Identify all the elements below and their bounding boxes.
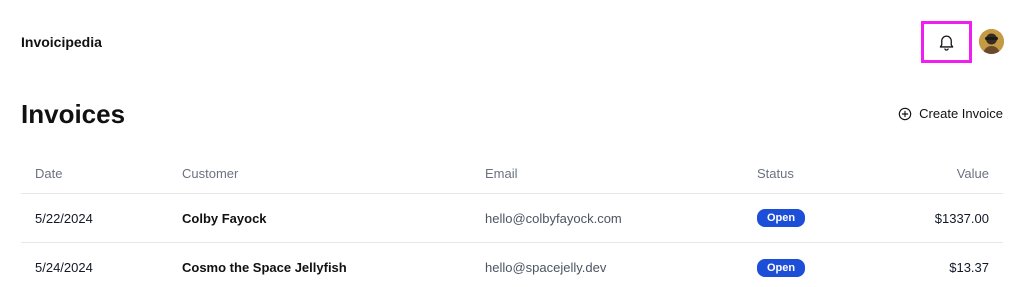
- invoice-date: 5/24/2024: [35, 260, 93, 275]
- invoice-customer: Colby Fayock: [182, 210, 267, 226]
- app-brand[interactable]: Invoicipedia: [21, 34, 102, 50]
- invoice-email: hello@colbyfayock.com: [485, 210, 622, 226]
- table-header-row: Date Customer Email Status Value: [21, 153, 1003, 194]
- invoice-value: $1337.00: [934, 210, 989, 226]
- notifications-button[interactable]: [921, 21, 972, 63]
- invoice-customer: Cosmo the Space Jellyfish: [182, 260, 347, 275]
- avatar-image: [979, 29, 1004, 54]
- table-row[interactable]: 5/24/2024 Cosmo the Space Jellyfish hell…: [21, 243, 1003, 287]
- bell-icon: [939, 35, 954, 51]
- invoice-status-cell: Open: [743, 258, 873, 277]
- column-header-status: Status: [757, 165, 794, 181]
- invoice-status-cell: Open: [743, 209, 873, 227]
- create-invoice-label: Create Invoice: [919, 106, 1003, 121]
- status-badge: Open: [757, 258, 806, 277]
- column-header-date: Date: [35, 165, 63, 181]
- status-badge: Open: [757, 209, 806, 227]
- column-header-customer: Customer: [182, 165, 239, 181]
- invoice-email: hello@spacejelly.dev: [485, 260, 607, 275]
- invoices-table: Date Customer Email Status Value 5/22/20…: [21, 153, 1003, 287]
- create-invoice-button[interactable]: Create Invoice: [898, 106, 1003, 121]
- table-row[interactable]: 5/22/2024 Colby Fayock hello@colbyfayock…: [21, 194, 1003, 243]
- user-avatar[interactable]: [979, 29, 1004, 54]
- column-header-value: Value: [956, 165, 989, 181]
- column-header-email: Email: [485, 165, 518, 181]
- plus-circle-icon: [898, 107, 912, 120]
- invoice-date: 5/22/2024: [35, 210, 93, 226]
- page-title: Invoices: [21, 99, 126, 129]
- invoice-value: $13.37: [949, 260, 989, 275]
